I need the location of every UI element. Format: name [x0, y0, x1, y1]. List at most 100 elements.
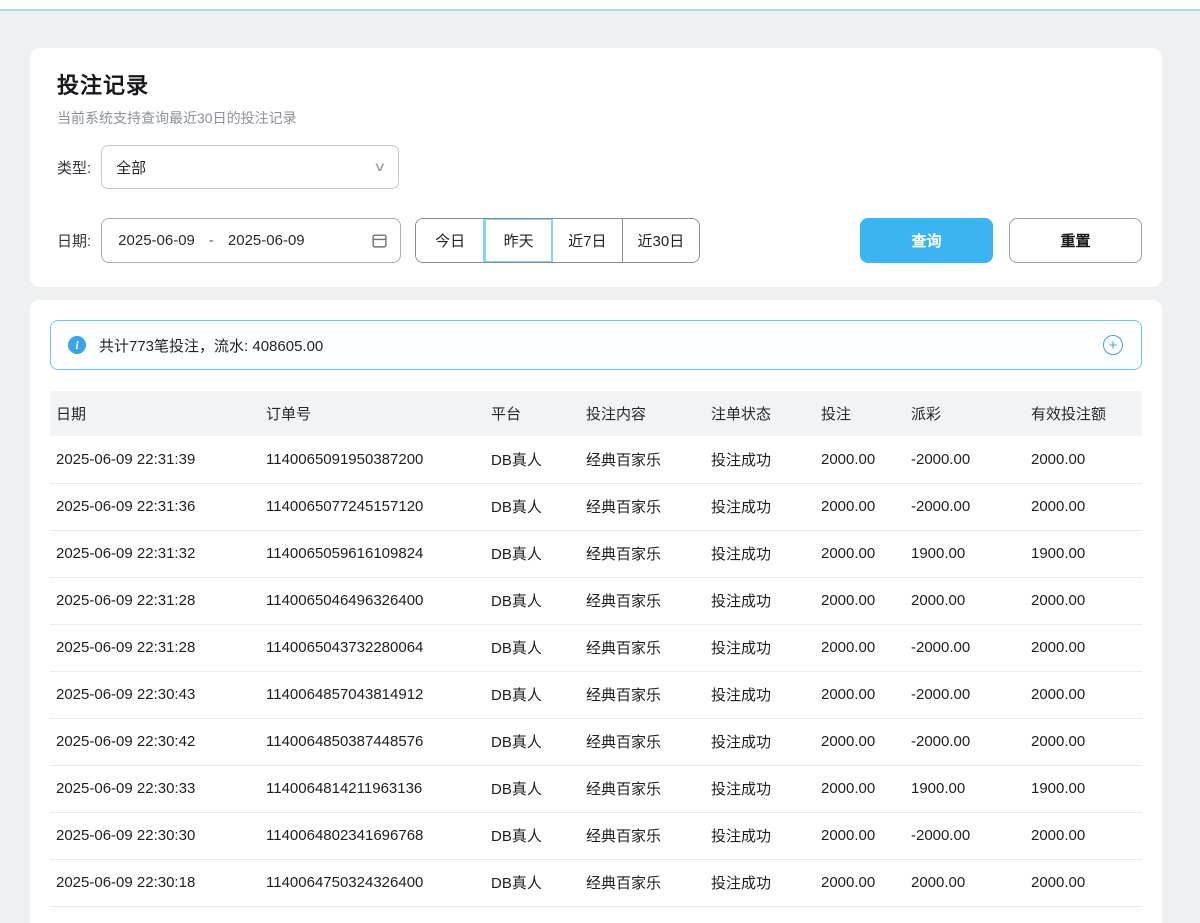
table-row: 2025-06-09 22:31:39 1140065091950387200 … [50, 436, 1142, 483]
page-title: 投注记录 [57, 68, 1142, 100]
column-header: 日期 [50, 391, 260, 436]
cell-date: 2025-06-09 22:31:28 [50, 577, 260, 624]
table-row: 2025-06-09 22:30:33 1140064814211963136 … [50, 765, 1142, 812]
cell-platform: DB真人 [485, 483, 580, 530]
date-start-value: 2025-06-09 [118, 232, 195, 249]
cell-platform: DB真人 [485, 436, 580, 483]
column-header: 派彩 [905, 391, 1025, 436]
cell-valid-amount: 2000.00 [1025, 859, 1142, 906]
table-body: 2025-06-09 22:31:39 1140065091950387200 … [50, 436, 1142, 906]
reset-button[interactable]: 重置 [1009, 218, 1142, 263]
cell-status: 投注成功 [705, 859, 815, 906]
cell-valid-amount: 2000.00 [1025, 436, 1142, 483]
cell-payout: -2000.00 [905, 624, 1025, 671]
date-label: 日期: [57, 230, 91, 251]
cell-bet-content: 经典百家乐 [580, 624, 705, 671]
search-button[interactable]: 查询 [860, 218, 993, 263]
quick-range-0[interactable]: 今日 [416, 219, 484, 262]
cell-order-number: 1140065059616109824 [260, 530, 485, 577]
cell-date: 2025-06-09 22:31:39 [50, 436, 260, 483]
cell-bet-amount: 2000.00 [815, 812, 905, 859]
cell-valid-amount: 2000.00 [1025, 718, 1142, 765]
cell-status: 投注成功 [705, 483, 815, 530]
quick-range-group: 今日 昨天 近7日 近30日 [415, 218, 700, 263]
date-range-picker[interactable]: 2025-06-09 - 2025-06-09 [101, 218, 401, 263]
cell-valid-amount: 2000.00 [1025, 671, 1142, 718]
cell-platform: DB真人 [485, 812, 580, 859]
records-table: 日期订单号平台投注内容注单状态投注派彩有效投注额 2025-06-09 22:3… [50, 391, 1142, 907]
cell-payout: 1900.00 [905, 765, 1025, 812]
info-icon: i [68, 336, 86, 354]
plus-circle-icon[interactable]: + [1103, 335, 1123, 355]
cell-bet-amount: 2000.00 [815, 530, 905, 577]
cell-payout: -2000.00 [905, 812, 1025, 859]
cell-bet-content: 经典百家乐 [580, 671, 705, 718]
cell-order-number: 1140064814211963136 [260, 765, 485, 812]
quick-range-3[interactable]: 近30日 [622, 219, 700, 262]
cell-order-number: 1140064857043814912 [260, 671, 485, 718]
column-header: 投注内容 [580, 391, 705, 436]
cell-order-number: 1140065046496326400 [260, 577, 485, 624]
column-header: 订单号 [260, 391, 485, 436]
top-strip [0, 0, 1200, 9]
table-row: 2025-06-09 22:30:30 1140064802341696768 … [50, 812, 1142, 859]
column-header: 投注 [815, 391, 905, 436]
cell-payout: -2000.00 [905, 436, 1025, 483]
cell-platform: DB真人 [485, 718, 580, 765]
cell-valid-amount: 2000.00 [1025, 624, 1142, 671]
cell-valid-amount: 2000.00 [1025, 483, 1142, 530]
table-row: 2025-06-09 22:31:28 1140065043732280064 … [50, 624, 1142, 671]
cell-valid-amount: 1900.00 [1025, 765, 1142, 812]
chevron-down-icon: ∨ [373, 159, 386, 175]
cell-order-number: 1140065091950387200 [260, 436, 485, 483]
cell-bet-amount: 2000.00 [815, 624, 905, 671]
page-subtitle: 当前系统支持查询最近30日的投注记录 [57, 108, 1142, 128]
date-end-value: 2025-06-09 [228, 232, 305, 249]
type-label: 类型: [57, 157, 91, 178]
cell-platform: DB真人 [485, 765, 580, 812]
cell-status: 投注成功 [705, 624, 815, 671]
cell-payout: -2000.00 [905, 671, 1025, 718]
cell-bet-amount: 2000.00 [815, 859, 905, 906]
cell-date: 2025-06-09 22:30:18 [50, 859, 260, 906]
cell-bet-content: 经典百家乐 [580, 718, 705, 765]
cell-bet-content: 经典百家乐 [580, 530, 705, 577]
cell-order-number: 1140064850387448576 [260, 718, 485, 765]
quick-range-1[interactable]: 昨天 [484, 219, 552, 262]
quick-range-2[interactable]: 近7日 [552, 219, 621, 262]
cell-status: 投注成功 [705, 436, 815, 483]
cell-status: 投注成功 [705, 765, 815, 812]
summary-text: 共计773笔投注，流水: 408605.00 [99, 335, 323, 356]
table-row: 2025-06-09 22:31:28 1140065046496326400 … [50, 577, 1142, 624]
cell-bet-content: 经典百家乐 [580, 812, 705, 859]
cell-date: 2025-06-09 22:30:33 [50, 765, 260, 812]
type-select-value: 全部 [116, 157, 146, 178]
cell-valid-amount: 1900.00 [1025, 530, 1142, 577]
cell-platform: DB真人 [485, 624, 580, 671]
cell-bet-content: 经典百家乐 [580, 765, 705, 812]
cell-bet-amount: 2000.00 [815, 483, 905, 530]
date-range-separator: - [209, 232, 214, 249]
cell-bet-amount: 2000.00 [815, 436, 905, 483]
cell-status: 投注成功 [705, 530, 815, 577]
summary-alert: i 共计773笔投注，流水: 408605.00 + [50, 320, 1142, 370]
column-header: 平台 [485, 391, 580, 436]
cell-valid-amount: 2000.00 [1025, 812, 1142, 859]
type-select[interactable]: 全部 ∨ [101, 145, 399, 189]
cell-payout: -2000.00 [905, 718, 1025, 765]
cell-platform: DB真人 [485, 859, 580, 906]
cell-date: 2025-06-09 22:31:36 [50, 483, 260, 530]
table-row: 2025-06-09 22:31:32 1140065059616109824 … [50, 530, 1142, 577]
cell-valid-amount: 2000.00 [1025, 577, 1142, 624]
cell-platform: DB真人 [485, 577, 580, 624]
calendar-icon [371, 232, 388, 249]
cell-payout: -2000.00 [905, 483, 1025, 530]
table-row: 2025-06-09 22:30:42 1140064850387448576 … [50, 718, 1142, 765]
cell-bet-content: 经典百家乐 [580, 436, 705, 483]
filter-panel: 投注记录 当前系统支持查询最近30日的投注记录 类型: 全部 ∨ 日期: 202… [30, 48, 1162, 287]
cell-payout: 2000.00 [905, 859, 1025, 906]
cell-bet-content: 经典百家乐 [580, 577, 705, 624]
cell-status: 投注成功 [705, 577, 815, 624]
cell-payout: 1900.00 [905, 530, 1025, 577]
cell-order-number: 1140065043732280064 [260, 624, 485, 671]
